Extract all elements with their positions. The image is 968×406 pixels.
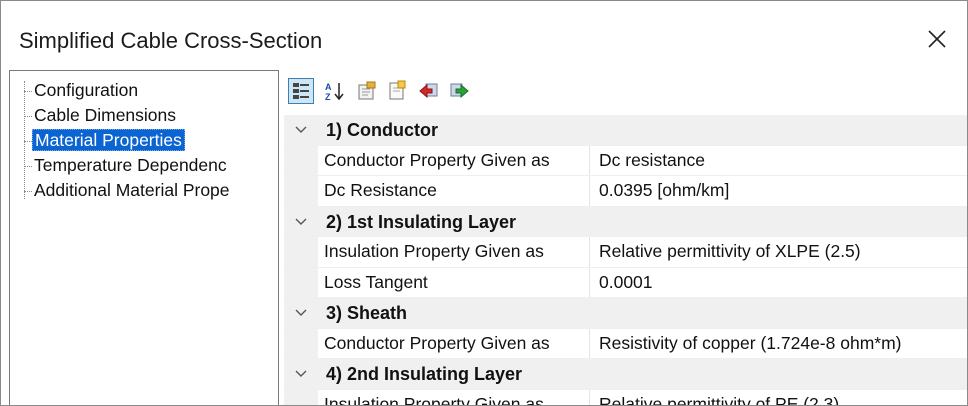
export-button[interactable] [384, 78, 410, 104]
category-row[interactable]: 1) Conductor [284, 115, 967, 146]
tree-item-label: Cable Dimensions [34, 105, 177, 125]
tree-branch-line [24, 116, 32, 117]
chevron-down-icon[interactable] [294, 216, 308, 228]
category-row[interactable]: 3) Sheath [284, 298, 967, 329]
close-icon [928, 30, 946, 48]
tree-branch-line [24, 141, 32, 142]
categorized-button[interactable] [288, 78, 314, 104]
category-label: 4) 2nd Insulating Layer [326, 364, 523, 384]
chevron-down-icon[interactable] [294, 307, 308, 319]
row-gutter [284, 237, 318, 267]
property-list: 1) Conductor Conductor Property Given as… [284, 115, 967, 406]
property-name: Conductor Property Given as [322, 145, 590, 175]
tree-branch-line [24, 166, 32, 167]
property-value[interactable]: Resistivity of copper (1.724e-8 ohm*m) [599, 329, 967, 359]
category-label: 3) Sheath [326, 303, 408, 323]
tree-item-cable-dimensions[interactable]: Cable Dimensions [32, 104, 178, 126]
category-label: 1) Conductor [326, 120, 438, 140]
arrow-left-icon [419, 83, 438, 99]
row-gutter [284, 176, 318, 206]
move-left-button[interactable] [416, 78, 442, 104]
dialog-window: Simplified Cable Cross-Section Configura… [0, 0, 968, 406]
tree-branch-line [24, 91, 32, 92]
tree-item-material-properties[interactable]: Material Properties [32, 129, 185, 151]
tree-item-additional-material-properties[interactable]: Additional Material Prope [32, 179, 232, 201]
tree-item-temperature-dependence[interactable]: Temperature Dependenc [32, 154, 229, 176]
export-icon [389, 80, 406, 100]
category-row[interactable]: 2) 1st Insulating Layer [284, 206, 967, 237]
close-button[interactable] [921, 23, 953, 55]
tree-item-label: Material Properties [32, 129, 185, 151]
property-name: Loss Tangent [322, 267, 590, 297]
property-row[interactable]: Conductor Property Given as Resistivity … [284, 328, 967, 359]
property-row[interactable]: Insulation Property Given as Relative pe… [284, 389, 967, 406]
property-name: Insulation Property Given as [322, 237, 590, 267]
property-name: Insulation Property Given as [322, 389, 590, 405]
property-name: Dc Resistance [322, 176, 590, 206]
category-label: 2) 1st Insulating Layer [326, 211, 517, 232]
tree-connector-line [24, 81, 25, 199]
property-pages-icon [358, 81, 376, 100]
svg-text:Z: Z [325, 92, 331, 102]
property-grid-toolbar: A Z [284, 70, 967, 114]
tree-item-configuration[interactable]: Configuration [32, 79, 140, 101]
alphabetical-button[interactable]: A Z [322, 78, 348, 104]
property-grid: A Z 1) Conductor Conductor Property Give… [284, 70, 967, 406]
property-value[interactable]: Relative permittivity of PE (2.3) [599, 390, 967, 406]
tree-item-label: Temperature Dependenc [34, 155, 227, 175]
chevron-down-icon[interactable] [294, 124, 308, 136]
tree-item-label: Configuration [34, 80, 139, 100]
arrow-right-icon [450, 83, 469, 99]
property-row[interactable]: Dc Resistance 0.0395 [ohm/km] [284, 176, 967, 207]
tree-item-label: Additional Material Prope [34, 180, 230, 200]
title-bar: Simplified Cable Cross-Section [1, 1, 967, 63]
property-value[interactable]: Dc resistance [599, 146, 967, 176]
row-gutter [284, 267, 318, 297]
property-row[interactable]: Insulation Property Given as Relative pe… [284, 237, 967, 268]
categorized-icon [293, 83, 309, 99]
row-gutter [284, 389, 318, 405]
tree-branch-line [24, 191, 32, 192]
property-name: Conductor Property Given as [322, 328, 590, 358]
navigation-tree: Configuration Cable Dimensions Material … [9, 70, 279, 405]
property-pages-button[interactable] [354, 78, 380, 104]
row-gutter [284, 328, 318, 358]
category-row[interactable]: 4) 2nd Insulating Layer [284, 359, 967, 390]
property-row[interactable]: Conductor Property Given as Dc resistanc… [284, 145, 967, 176]
row-gutter [284, 145, 318, 175]
property-value[interactable]: 0.0395 [ohm/km] [599, 176, 967, 206]
property-value[interactable]: 0.0001 [599, 268, 967, 298]
property-row[interactable]: Loss Tangent 0.0001 [284, 267, 967, 298]
svg-text:A: A [325, 82, 332, 92]
alphabetical-sort-icon: A Z [325, 82, 344, 102]
property-value[interactable]: Relative permittivity of XLPE (2.5) [599, 237, 967, 267]
move-right-button[interactable] [446, 78, 472, 104]
chevron-down-icon[interactable] [294, 368, 308, 380]
window-title: Simplified Cable Cross-Section [19, 28, 323, 53]
